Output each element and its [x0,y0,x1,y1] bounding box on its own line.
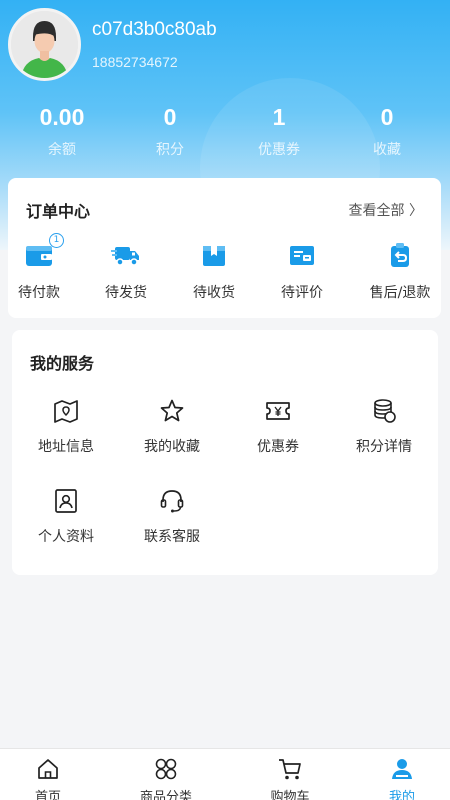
tab-label: 购物车 [270,790,310,800]
order-pending-shipment[interactable]: 待发货 [87,240,165,302]
map-icon [53,398,79,424]
stat-value: 0 [380,104,394,130]
my-services-card: 我的服务 地址信息 我的收藏 优惠券 积分详情 个人资料 联系客服 [12,330,438,575]
service-label: 联系客服 [144,529,200,545]
service-label: 个人资料 [38,529,94,545]
service-profile[interactable]: 个人资料 [16,488,116,546]
tab-cart[interactable]: 购物车 [245,757,335,800]
order-pending-review[interactable]: 待评价 [263,240,341,302]
service-address[interactable]: 地址信息 [16,398,116,456]
avatar[interactable] [8,8,81,81]
package-icon [199,240,229,270]
stat-label: 收藏 [373,142,401,158]
stat-coupons[interactable]: 1 优惠券 [229,100,329,159]
phone-number: 18852734672 [92,54,178,70]
my-services-title: 我的服务 [30,354,95,373]
stat-label: 余额 [48,142,76,158]
order-item-label: 待评价 [281,285,323,301]
tab-label: 我的 [388,790,415,800]
service-label: 积分详情 [356,439,412,455]
stat-points[interactable]: 0 积分 [120,100,220,159]
truck-icon [111,240,141,270]
service-label: 优惠券 [257,439,299,455]
order-pending-receipt[interactable]: 待收货 [175,240,253,302]
username: c07d3b0c80ab [92,19,217,40]
order-pending-payment[interactable]: 1 待付款 [0,233,78,302]
stat-balance[interactable]: 0.00 余额 [12,100,112,159]
stat-value: 0 [163,104,177,130]
order-item-label: 待收货 [193,285,235,301]
order-item-label: 待发货 [105,285,147,301]
star-icon [159,398,185,424]
tab-label: 商品分类 [139,790,192,800]
stat-value: 1 [272,104,286,130]
wallet-icon: 1 [24,233,64,270]
tab-categories[interactable]: 商品分类 [121,757,211,800]
cart-icon [278,757,302,781]
review-icon [287,240,317,270]
tab-home[interactable]: 首页 [3,757,93,800]
notification-badge: 1 [49,233,64,248]
tab-label: 首页 [34,790,61,800]
user-icon [390,757,414,781]
stat-label: 积分 [156,142,184,158]
headset-icon [159,488,185,514]
avatar-person-icon [11,11,78,78]
order-center-title: 订单中心 [26,202,91,221]
order-item-label: 待付款 [18,285,60,301]
tab-mine[interactable]: 我的 [357,757,447,800]
order-after-sales[interactable]: 售后/退款 [361,240,439,302]
return-icon [385,240,415,270]
service-favorites[interactable]: 我的收藏 [122,398,222,456]
stat-value: 0.00 [39,104,85,130]
profile-icon [53,488,79,514]
service-customer-support[interactable]: 联系客服 [122,488,222,546]
service-coupons[interactable]: 优惠券 [228,398,328,456]
order-item-label: 售后/退款 [369,285,431,301]
category-icon [154,757,178,781]
service-label: 地址信息 [38,439,94,455]
bottom-tab-bar: 首页 商品分类 购物车 我的 [0,748,450,800]
stat-label: 优惠券 [258,142,300,158]
order-center-card: 订单中心 查看全部 〉 1 待付款 待发货 待收货 待评价 售后/退款 [8,178,441,318]
service-points-detail[interactable]: 积分详情 [334,398,434,456]
view-all-orders-link[interactable]: 查看全部 〉 [349,200,423,220]
coins-icon [371,398,397,424]
stat-favorites[interactable]: 0 收藏 [337,100,437,159]
service-label: 我的收藏 [144,439,200,455]
home-icon [36,757,60,781]
coupon-icon [265,398,291,424]
